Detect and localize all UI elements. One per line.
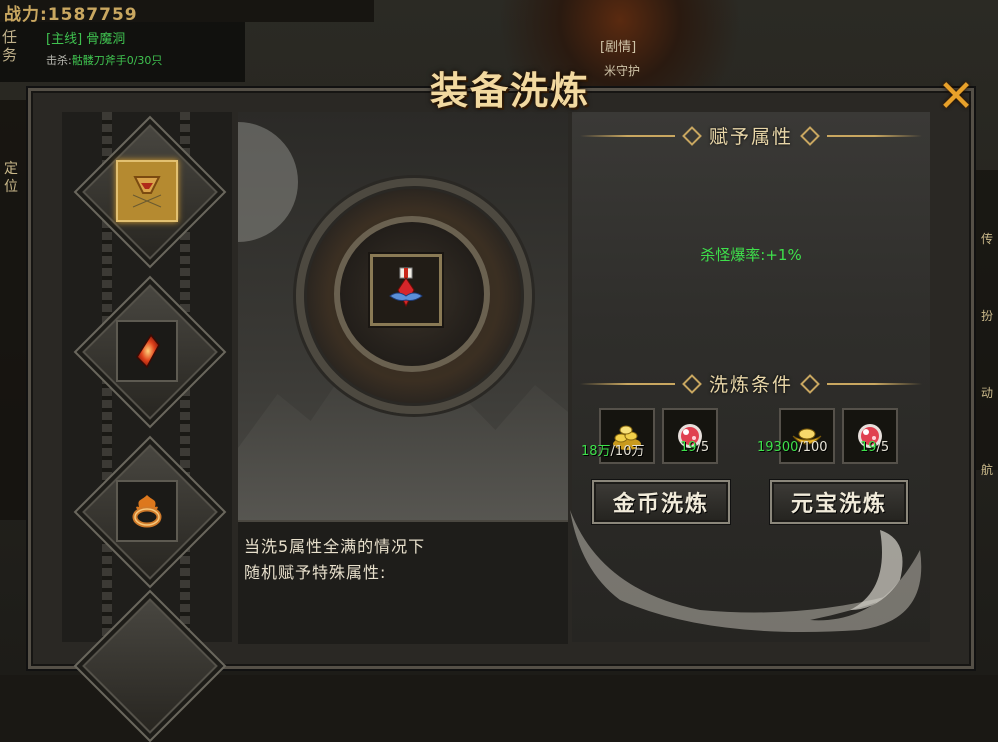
header-ornament xyxy=(800,125,820,146)
header-divider xyxy=(579,134,675,137)
attributes-title: 赋予属性 xyxy=(708,126,793,148)
gold-stone-count: 19/5 xyxy=(680,440,709,455)
red-crystal-icon xyxy=(136,333,160,369)
right-strip-item[interactable]: 动 xyxy=(976,384,998,401)
yuanbao-cost-item[interactable] xyxy=(779,408,835,464)
gold-refine-button[interactable]: 金币洗炼 xyxy=(592,480,730,524)
slot-ring[interactable] xyxy=(116,480,178,542)
dialog-title: 装备洗炼 xyxy=(429,67,590,113)
equipped-item-slot[interactable] xyxy=(370,254,442,326)
yuanbao-cost-count: 19300/100 xyxy=(757,440,828,455)
moon-decoration xyxy=(238,122,298,242)
yuanbao-stone-count: 19/5 xyxy=(860,440,889,455)
gold-stone-item[interactable] xyxy=(662,408,718,464)
attribute-value: 杀怪爆率:+1% xyxy=(700,246,802,264)
power-readout: 战力:1587759 xyxy=(0,0,374,25)
quest-title[interactable]: [主线] 骨魔洞 xyxy=(46,28,125,47)
fire-ring-icon xyxy=(132,495,162,528)
yuanbao-stone-item[interactable] xyxy=(842,408,898,464)
yuanbao-refine-button[interactable]: 元宝洗炼 xyxy=(770,480,908,524)
yuanbao-need: /100 xyxy=(798,440,828,455)
stone-need: /5 xyxy=(876,440,890,455)
refine-info-panel: 赋予属性 杀怪爆率:+1% 洗炼条件 18万/10万 19/5 19300/10… xyxy=(572,112,930,642)
right-strip-item[interactable]: 传 xyxy=(976,230,998,247)
header-ornament xyxy=(682,373,702,394)
header-ornament xyxy=(682,125,702,146)
medal-icon xyxy=(389,267,423,308)
conditions-header: 洗炼条件 xyxy=(572,370,930,397)
header-ornament xyxy=(800,373,820,394)
yuanbao-have: 19300 xyxy=(757,440,799,455)
description-line: 当洗5属性全满的情况下 xyxy=(244,537,426,556)
gold-cost-count: 18万/10万 xyxy=(581,440,644,459)
right-strip-item[interactable]: 扮 xyxy=(976,307,998,324)
dialog-title-plate: 装备洗炼 xyxy=(405,52,615,122)
quest-kill-target[interactable]: 骷髅刀斧手0/30只 xyxy=(72,54,163,67)
header-divider xyxy=(827,134,922,137)
quest-kill-prefix: 击杀: xyxy=(46,54,72,67)
stone-have: 19 xyxy=(860,440,877,455)
header-divider xyxy=(579,382,675,385)
slot-helmet[interactable] xyxy=(116,160,178,222)
slot-frame xyxy=(73,589,227,742)
quest-tracker[interactable]: 任务 [主线] 骨魔洞 击杀:骷髅刀斧手0/30只 xyxy=(0,22,245,82)
quest-objective: 击杀:骷髅刀斧手0/30只 xyxy=(46,52,162,68)
conditions-title: 洗炼条件 xyxy=(708,374,793,396)
stone-have: 19 xyxy=(680,440,697,455)
locate-button[interactable]: 定位 xyxy=(4,160,20,196)
stone-need: /5 xyxy=(696,440,710,455)
description-line: 随机赋予特殊属性: xyxy=(244,563,387,582)
description-box: 当洗5属性全满的情况下 随机赋予特殊属性: xyxy=(238,520,568,644)
gold-need: /10万 xyxy=(610,444,645,459)
equipment-slot-column xyxy=(62,112,232,742)
attributes-header: 赋予属性 xyxy=(572,122,930,149)
header-divider xyxy=(827,382,922,385)
helmet-icon xyxy=(132,176,162,208)
right-strip-item[interactable]: 航 xyxy=(976,461,998,478)
slot-gem[interactable] xyxy=(116,320,178,382)
gold-have: 18万 xyxy=(581,444,611,459)
quest-tab[interactable]: 任务 xyxy=(2,28,24,64)
close-button[interactable]: ✕ xyxy=(934,71,978,122)
right-hud-strip: 传 扮 动 航 xyxy=(976,170,998,477)
close-icon: ✕ xyxy=(937,70,975,122)
